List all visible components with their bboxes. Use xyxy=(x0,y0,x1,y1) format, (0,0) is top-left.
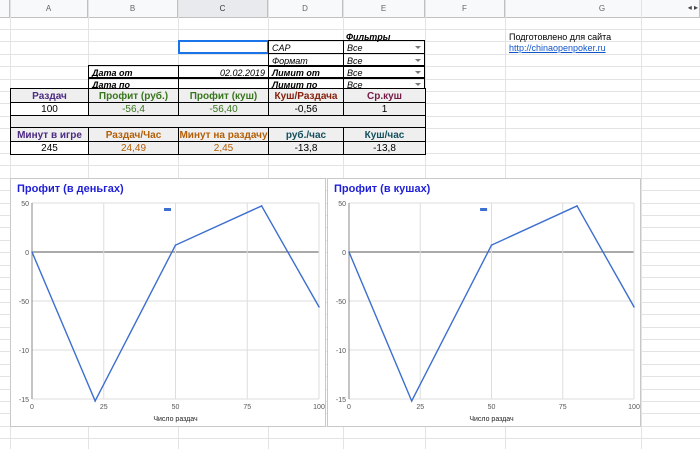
dropdown-arrow-icon xyxy=(415,46,421,49)
y-tick-label: 50 xyxy=(338,201,346,208)
legend-marker xyxy=(164,208,172,211)
stat-value[interactable]: -56,4 xyxy=(88,102,179,116)
x-axis-label: Число раздач xyxy=(469,416,514,423)
legend-marker xyxy=(480,208,488,211)
stat-value[interactable]: 1 xyxy=(343,102,426,116)
y-tick-label: 0 xyxy=(342,250,346,257)
x-axis-label: Число раздач xyxy=(153,416,198,423)
stat-header: Минут в игре xyxy=(10,127,89,142)
data-point xyxy=(318,306,320,308)
x-tick-label: 100 xyxy=(313,404,325,411)
selected-cell[interactable] xyxy=(178,40,269,54)
y-tick-label: -15 xyxy=(336,397,346,404)
grid-row-line xyxy=(0,165,700,166)
stat-value[interactable]: 24,49 xyxy=(88,141,179,155)
data-point xyxy=(260,205,263,207)
stat-header: Профит (куш) xyxy=(178,88,269,103)
stat-header: Куш/час xyxy=(343,127,426,142)
stat-value[interactable]: 100 xyxy=(10,102,89,116)
data-point xyxy=(576,205,578,207)
x-tick-label: 100 xyxy=(628,404,640,411)
data-point xyxy=(31,251,33,253)
stat-header: Раздач/Час xyxy=(88,127,179,142)
filter-dropdown-cap[interactable]: Все xyxy=(343,40,425,54)
x-tick-label: 0 xyxy=(347,404,351,411)
dropdown-arrow-icon xyxy=(415,71,421,74)
y-tick-label: 50 xyxy=(21,201,29,208)
filter-value-cap: Все xyxy=(347,43,363,53)
x-tick-label: 25 xyxy=(416,404,424,411)
y-tick-label: -10 xyxy=(336,348,346,355)
y-tick-label: -10 xyxy=(19,348,29,355)
stat-header: руб./час xyxy=(268,127,344,142)
stat-header: Ср.куш xyxy=(343,88,426,103)
credit-link[interactable]: http://chinaopenpoker.ru xyxy=(509,41,699,55)
stat-value[interactable]: 245 xyxy=(10,141,89,155)
dropdown-arrow-icon xyxy=(415,59,421,62)
data-point xyxy=(410,400,413,402)
y-tick-label: -50 xyxy=(19,299,29,306)
data-point xyxy=(174,244,177,246)
chart-plot: 500-50-10-150 25 50 75 100Число раздач xyxy=(336,201,640,423)
stat-value[interactable]: 2,45 xyxy=(178,141,269,155)
x-tick-label: 25 xyxy=(100,404,108,411)
chart-plot: 500-50-10-150 25 50 75 100Число раздач xyxy=(19,201,325,423)
data-point xyxy=(348,251,350,253)
chart-profit-money[interactable]: Профит (в деньгах) 50 0 -50 -10 -15 0 25 50 75 10… xyxy=(10,178,326,427)
x-tick-label: 75 xyxy=(559,404,567,411)
x-tick-label: 50 xyxy=(488,404,496,411)
stat-header: Раздач xyxy=(10,88,89,103)
data-point xyxy=(633,306,635,308)
x-tick-label: 0 xyxy=(30,404,34,411)
x-tick-label: 75 xyxy=(243,404,251,411)
dropdown-arrow-icon xyxy=(415,83,421,86)
stat-value[interactable]: -13,8 xyxy=(268,141,344,155)
stat-value[interactable]: -56,40 xyxy=(178,102,269,116)
y-tick-label: -50 xyxy=(336,299,346,306)
x-tick-label: 50 xyxy=(172,404,180,411)
filter-label-cap: CAP xyxy=(268,40,344,54)
data-point xyxy=(94,400,96,402)
stat-value[interactable]: -13,8 xyxy=(343,141,426,155)
y-tick-label: 0 xyxy=(25,250,29,257)
stat-value[interactable]: -0,56 xyxy=(268,102,344,116)
grid-row-line xyxy=(0,438,700,439)
y-tick-label: -15 xyxy=(19,397,29,404)
data-point xyxy=(490,244,493,246)
stat-header: Минут на раздачу xyxy=(178,127,269,142)
chart-profit-pots[interactable]: Профит (в кушах) 50 0 -50 -10 -15 0 25 50 75 100 Ч… xyxy=(327,178,641,427)
stat-header: Куш/Раздача xyxy=(268,88,344,103)
stat-header: Профит (руб.) xyxy=(88,88,179,103)
